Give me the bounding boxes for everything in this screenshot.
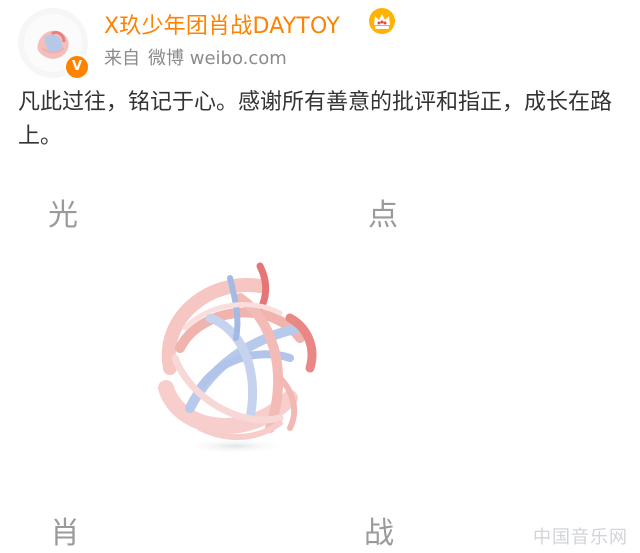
source-app-link[interactable]: 微博 weibo.com — [148, 48, 287, 69]
watermark: 中国音乐网 — [533, 527, 628, 548]
user-name[interactable]: X玖少年团肖战DAYTOY — [104, 8, 340, 40]
image-char-top-left: 光 — [48, 198, 78, 233]
post-image[interactable]: 光 点 肖 战 中国音乐网 — [0, 168, 640, 553]
source-prefix: 来自 — [104, 48, 140, 69]
heart-painting — [158, 262, 317, 454]
crown-icon — [369, 8, 395, 34]
image-char-bottom-right: 战 — [364, 516, 394, 551]
post-text: 凡此过往，铭记于心。感谢所有善意的批评和指正，成长在路上。 — [18, 90, 613, 149]
weibo-post: V X玖少年团肖战DAYTOY 来自 微博 weibo.com 凡此过往，铭记于心… — [0, 0, 640, 553]
image-char-bottom-left: 肖 — [50, 516, 80, 551]
image-char-top-right: 点 — [368, 198, 398, 233]
post-source: 来自 微博 weibo.com — [104, 44, 287, 70]
avatar[interactable]: V — [18, 8, 90, 80]
verified-badge-icon: V — [64, 54, 90, 80]
